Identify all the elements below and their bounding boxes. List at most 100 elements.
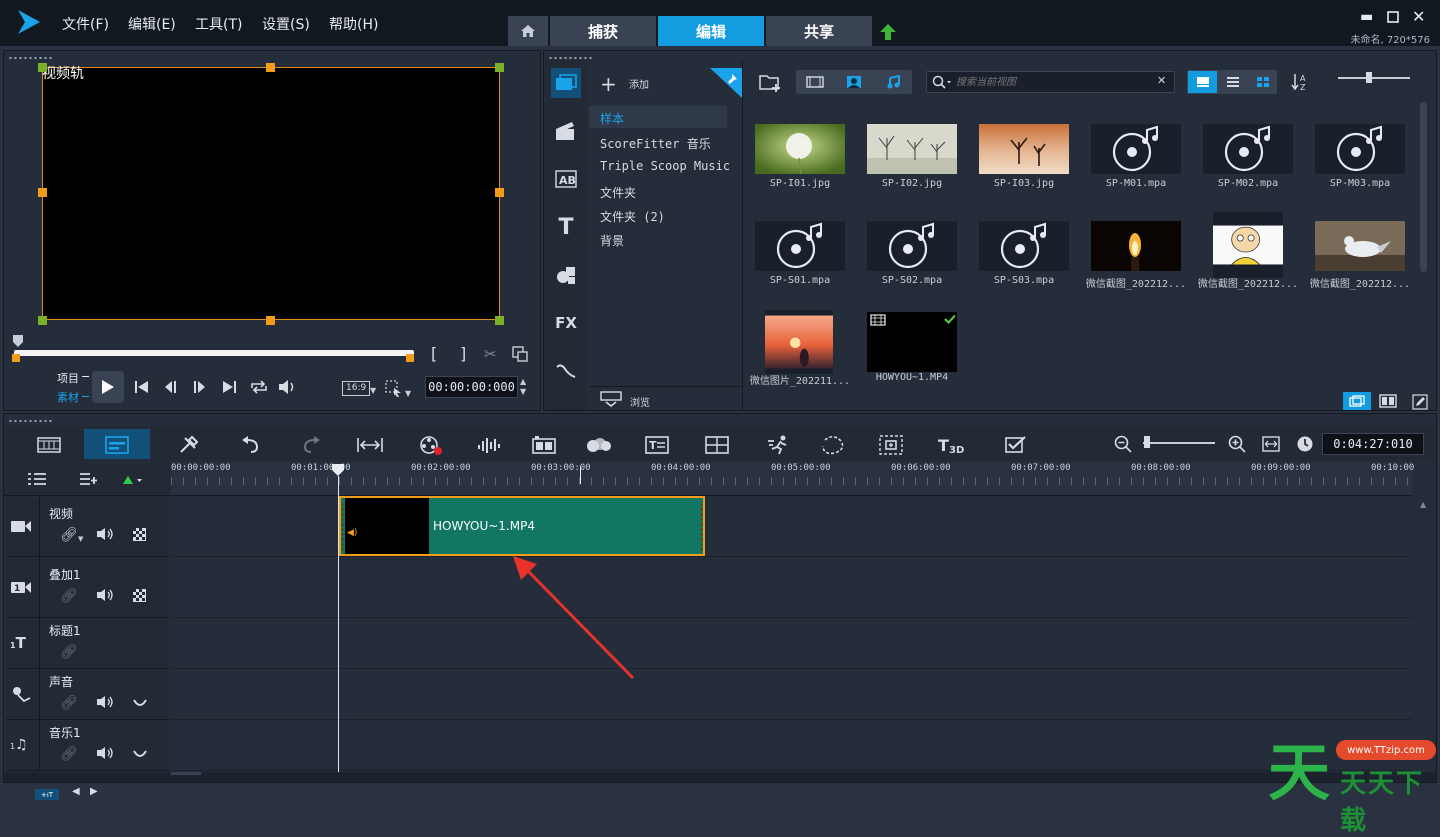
fit-timeline-icon[interactable] — [1262, 436, 1280, 452]
title-icon[interactable]: T — [551, 212, 581, 242]
scissors-icon[interactable]: ✂ — [484, 345, 497, 363]
list-view-button[interactable] — [1218, 71, 1247, 93]
media-item[interactable]: HOWYOU~1.MP4 — [857, 298, 967, 394]
zoom-in-icon[interactable] — [1228, 435, 1246, 453]
fit-project-button[interactable] — [355, 432, 385, 458]
resize-handle[interactable] — [38, 316, 47, 325]
panel-grip[interactable] — [8, 419, 52, 423]
folder-sample[interactable]: 样本 — [600, 110, 624, 127]
mute-toggle-icon[interactable] — [96, 746, 114, 760]
track-row-title[interactable] — [171, 619, 1412, 669]
play-button[interactable] — [92, 371, 124, 403]
preview-scrub-bar[interactable] — [14, 350, 414, 356]
clear-search-icon[interactable]: ✕ — [1157, 74, 1166, 87]
ripple-wave-icon[interactable] — [133, 698, 147, 708]
thumbnail-size-slider[interactable] — [1338, 77, 1410, 79]
timeline-view-button[interactable] — [102, 432, 132, 458]
timecode-stepper[interactable]: ▲ ▼ — [520, 377, 526, 397]
motion-tracking-button[interactable] — [764, 432, 794, 458]
tab-edit[interactable]: 编辑 — [658, 16, 764, 46]
multi-camera-button[interactable] — [530, 432, 560, 458]
media-item[interactable]: SP-M02.mpa — [1193, 104, 1303, 200]
mute-toggle-icon[interactable] — [96, 695, 114, 709]
track-row-voice[interactable] — [171, 670, 1412, 720]
media-item[interactable]: 微信截图_202212... — [1305, 201, 1415, 297]
snapshot-icon[interactable] — [512, 346, 528, 362]
mark-out-button[interactable]: ] — [460, 344, 466, 363]
transition-icon[interactable]: AB — [551, 164, 581, 194]
volume-icon[interactable] — [278, 379, 298, 395]
redo-button[interactable] — [296, 432, 326, 458]
path-animation-button[interactable] — [818, 432, 848, 458]
menu-settings[interactable]: 设置(S) — [262, 14, 310, 34]
ripple-wave-icon[interactable] — [133, 749, 147, 759]
slider-thumb[interactable] — [1366, 72, 1372, 83]
resize-handle[interactable] — [266, 316, 275, 325]
library-panel-view-button[interactable] — [1343, 392, 1371, 410]
chevron-down-icon[interactable]: ▼ — [405, 389, 411, 398]
tab-capture[interactable]: 捕获 — [550, 16, 656, 46]
menu-tools[interactable]: 工具(T) — [195, 14, 242, 34]
trim-start-marker[interactable] — [12, 354, 20, 362]
undo-button[interactable] — [236, 432, 266, 458]
clip-trim-handle-left[interactable] — [341, 502, 344, 550]
media-item[interactable]: SP-S03.mpa — [969, 201, 1079, 297]
media-library-icon[interactable] — [551, 68, 581, 98]
show-photo-button[interactable] — [836, 71, 872, 93]
home-tab[interactable] — [508, 16, 548, 46]
media-item[interactable]: SP-S02.mpa — [857, 201, 967, 297]
chevron-down-icon[interactable]: ▼ — [370, 386, 376, 395]
show-audio-button[interactable] — [875, 71, 911, 93]
chevron-down-icon[interactable]: ▼ — [78, 535, 83, 543]
thumbnail-view-button[interactable] — [1188, 71, 1217, 93]
resize-handle[interactable] — [266, 63, 275, 72]
ripple-edit-icon[interactable] — [122, 474, 144, 486]
link-icon[interactable]: 🔗︎ — [60, 746, 78, 762]
maximize-button[interactable] — [1387, 11, 1399, 23]
crop-select-icon[interactable] — [385, 380, 403, 398]
scrollbar-thumb[interactable] — [171, 772, 201, 775]
path-icon[interactable] — [551, 356, 581, 386]
stop-motion-button[interactable] — [1002, 432, 1032, 458]
next-frame-icon[interactable] — [190, 380, 208, 394]
split-screen-button[interactable] — [702, 432, 732, 458]
mute-toggle-icon[interactable] — [96, 527, 114, 541]
media-item[interactable]: SP-M03.mpa — [1305, 104, 1415, 200]
tab-share[interactable]: 共享 — [766, 16, 872, 46]
zoom-out-icon[interactable] — [1114, 435, 1132, 453]
filter-fx-icon[interactable]: FX — [551, 308, 581, 338]
folder-background[interactable]: 背景 — [600, 232, 624, 249]
sort-icon[interactable]: AZ — [1291, 72, 1309, 92]
trim-end-marker[interactable] — [406, 354, 414, 362]
panel-grip[interactable] — [8, 56, 52, 60]
search-icon[interactable] — [932, 75, 952, 89]
pan-zoom-button[interactable] — [876, 432, 906, 458]
mode-clip-label[interactable]: 素材 — [57, 389, 79, 405]
timeline-horizontal-scrollbar[interactable] — [4, 772, 1436, 782]
media-item[interactable]: SP-M01.mpa — [1081, 104, 1191, 200]
folder-folder[interactable]: 文件夹 — [600, 184, 636, 201]
resize-handle[interactable] — [38, 188, 47, 197]
track-row-overlay[interactable] — [171, 558, 1412, 618]
aspect-ratio-button[interactable]: 16:9 — [342, 381, 371, 396]
upgrade-arrow-icon[interactable] — [878, 22, 898, 42]
zoom-slider[interactable] — [1143, 442, 1215, 444]
folder-scorefitter[interactable]: ScoreFitter 音乐 — [600, 135, 711, 152]
link-icon[interactable]: 🔗︎ — [60, 588, 78, 604]
resize-handle[interactable] — [495, 63, 504, 72]
playhead-icon[interactable] — [331, 463, 345, 477]
pin-icon[interactable] — [710, 68, 742, 98]
transparency-icon[interactable] — [133, 589, 146, 602]
media-item[interactable]: SP-I02.jpg — [857, 104, 967, 200]
timeline-vertical-scrollbar[interactable] — [1413, 497, 1435, 771]
folder-triple-scoop[interactable]: Triple Scoop Music — [600, 159, 730, 173]
mark-in-button[interactable]: [ — [431, 344, 437, 363]
resize-handle[interactable] — [38, 63, 47, 72]
add-folder-label[interactable]: 添加 — [629, 76, 649, 91]
transparency-icon[interactable] — [133, 528, 146, 541]
add-track-icon[interactable] — [79, 472, 99, 486]
timecode-input[interactable]: 00:00:00:000 — [425, 376, 518, 398]
add-track-mini-icon[interactable]: +ıT — [35, 789, 59, 800]
record-capture-button[interactable] — [416, 432, 446, 458]
track-row-music[interactable] — [171, 721, 1412, 771]
